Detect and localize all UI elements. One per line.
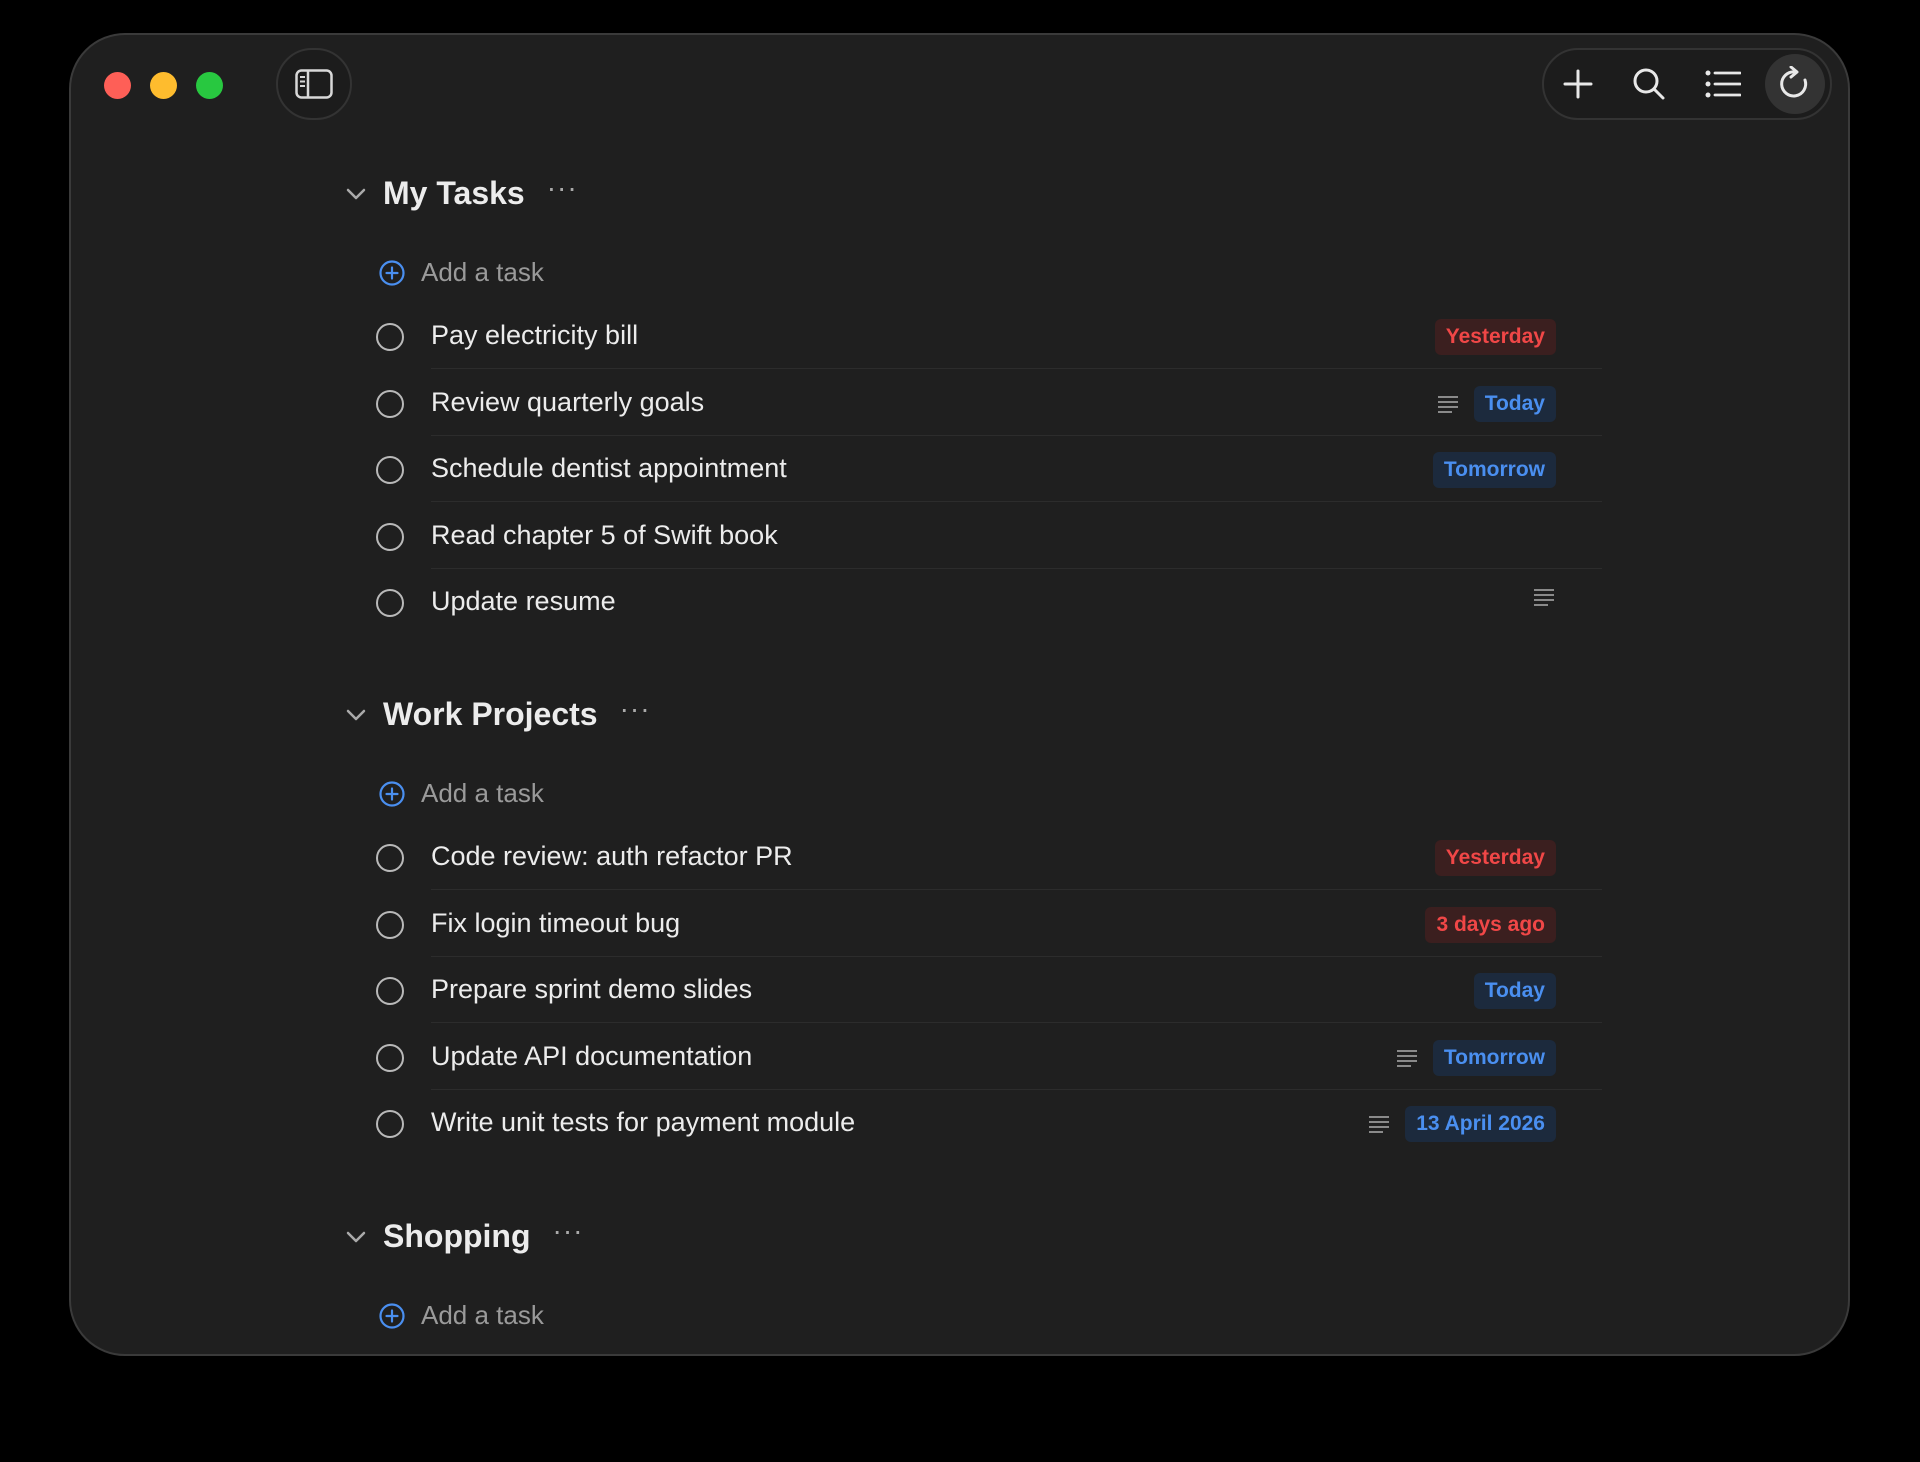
task-meta: Tomorrow <box>1432 452 1556 488</box>
task-meta: Today <box>1473 973 1556 1009</box>
task-title[interactable]: Review quarterly goals <box>431 387 704 418</box>
add-circle-icon <box>379 1302 405 1329</box>
task-row[interactable]: Write unit tests for payment module 13 Ap… <box>376 1090 1602 1156</box>
add-task-button[interactable]: Add a task <box>379 1300 544 1331</box>
task-row[interactable]: Code review: auth refactor PR Yesterday <box>376 824 1602 890</box>
due-date-badge[interactable]: Tomorrow <box>1432 1039 1556 1076</box>
task-title[interactable]: Prepare sprint demo slides <box>431 974 752 1005</box>
add-circle-icon <box>379 780 405 807</box>
add-task-button[interactable]: Add a task <box>379 257 544 288</box>
notes-icon <box>1369 1116 1390 1133</box>
task-checkbox[interactable] <box>376 1110 404 1138</box>
section-header: Work Projects ··· <box>346 694 651 733</box>
add-task-button[interactable]: Add a task <box>379 778 544 809</box>
task-row[interactable]: Schedule dentist appointment Tomorrow <box>376 436 1602 502</box>
task-title[interactable]: Read chapter 5 of Swift book <box>431 520 778 551</box>
task-meta: Yesterday <box>1434 319 1556 355</box>
task-checkbox[interactable] <box>376 522 404 551</box>
list-icon <box>1705 70 1741 98</box>
refresh-button[interactable] <box>1765 54 1825 114</box>
due-date-badge[interactable]: Today <box>1473 385 1556 422</box>
plus-icon <box>1563 69 1593 99</box>
minimize-window-button[interactable] <box>150 72 177 99</box>
toolbar <box>1542 48 1832 120</box>
task-meta <box>1532 585 1556 609</box>
due-date-badge[interactable]: 3 days ago <box>1425 906 1556 943</box>
add-task-label: Add a task <box>421 257 544 287</box>
task-title[interactable]: Code review: auth refactor PR <box>431 841 793 872</box>
task-row[interactable]: Update resume <box>376 569 1602 635</box>
search-button[interactable] <box>1615 50 1683 118</box>
task-title[interactable]: Fix login timeout bug <box>431 908 680 939</box>
task-checkbox[interactable] <box>376 844 404 872</box>
add-circle-icon <box>379 259 405 286</box>
due-date-badge[interactable]: Yesterday <box>1434 840 1556 876</box>
section-title: My Tasks <box>383 175 525 211</box>
task-meta: Yesterday <box>1434 840 1556 876</box>
notes-icon <box>1396 1049 1417 1067</box>
due-date-badge[interactable]: 13 April 2026 <box>1405 1106 1556 1142</box>
add-button[interactable] <box>1544 50 1612 118</box>
app-window: My Tasks ··· Add a task Pay electricity bil… <box>69 33 1850 1356</box>
section-header: Shopping ··· <box>346 1216 584 1255</box>
sidebar-toggle-button[interactable] <box>276 48 352 120</box>
task-checkbox[interactable] <box>376 323 404 351</box>
more-options-button[interactable]: ··· <box>553 1216 584 1244</box>
task-checkbox[interactable] <box>376 977 404 1005</box>
section-title: Work Projects <box>383 696 598 732</box>
zoom-window-button[interactable] <box>196 72 223 99</box>
task-row[interactable]: Review quarterly goals Today <box>376 370 1602 436</box>
task-row[interactable]: Pay electricity bill Yesterday <box>376 303 1602 369</box>
task-checkbox[interactable] <box>376 389 404 418</box>
window-controls <box>104 72 223 99</box>
task-title[interactable]: Schedule dentist appointment <box>431 453 787 484</box>
due-date-badge[interactable]: Yesterday <box>1434 319 1556 355</box>
task-title[interactable]: Pay electricity bill <box>431 320 638 351</box>
sidebar-icon <box>295 69 333 99</box>
chevron-down-icon[interactable] <box>346 705 366 725</box>
section-header: My Tasks ··· <box>346 173 578 212</box>
task-checkbox[interactable] <box>376 1043 404 1072</box>
due-date-badge[interactable]: Today <box>1473 973 1556 1009</box>
task-title[interactable]: Write unit tests for payment module <box>431 1107 855 1138</box>
task-meta: 3 days ago <box>1425 906 1556 943</box>
task-checkbox[interactable] <box>376 910 404 939</box>
chevron-down-icon[interactable] <box>346 1227 366 1247</box>
notes-icon <box>1534 589 1554 606</box>
task-row[interactable]: Read chapter 5 of Swift book <box>376 503 1602 569</box>
close-window-button[interactable] <box>104 72 131 99</box>
notes-icon <box>1437 395 1458 413</box>
add-task-label: Add a task <box>421 778 544 808</box>
search-icon <box>1633 68 1665 100</box>
more-options-button[interactable]: ··· <box>547 173 578 201</box>
add-task-label: Add a task <box>421 1300 544 1330</box>
task-meta: Today <box>1436 385 1556 422</box>
section-title: Shopping <box>383 1218 531 1254</box>
chevron-down-icon[interactable] <box>346 184 366 204</box>
task-checkbox[interactable] <box>376 589 404 617</box>
due-date-badge[interactable]: Tomorrow <box>1432 452 1556 488</box>
task-row[interactable]: Update API documentation Tomorrow <box>376 1024 1602 1090</box>
list-view-button[interactable] <box>1689 50 1757 118</box>
task-title[interactable]: Update resume <box>431 586 616 617</box>
task-checkbox[interactable] <box>376 456 404 484</box>
task-meta: Tomorrow <box>1395 1039 1556 1076</box>
refresh-icon <box>1780 66 1808 98</box>
task-row[interactable]: Fix login timeout bug 3 days ago <box>376 891 1602 957</box>
task-meta: 13 April 2026 <box>1367 1106 1556 1142</box>
more-options-button[interactable]: ··· <box>620 694 651 722</box>
task-title[interactable]: Update API documentation <box>431 1041 752 1072</box>
task-row[interactable]: Prepare sprint demo slides Today <box>376 957 1602 1023</box>
